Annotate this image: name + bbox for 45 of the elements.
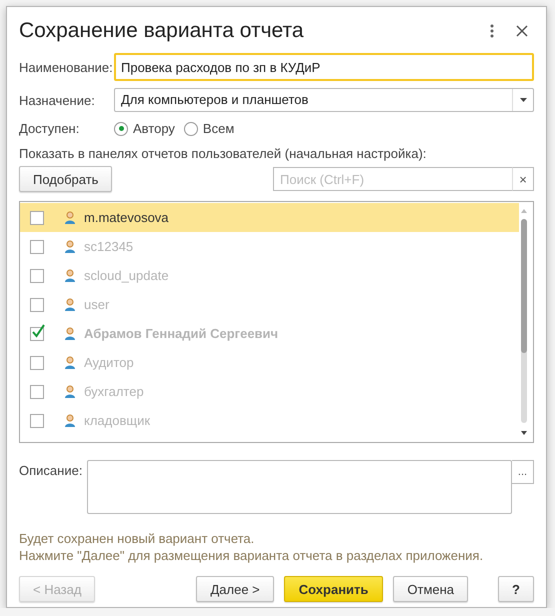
- section-label: Показать в панелях отчетов пользователей (начальная настройка):: [19, 146, 426, 161]
- user-name: user: [84, 297, 110, 312]
- radio-button[interactable]: [114, 122, 128, 136]
- user-name: кладовщик: [84, 413, 150, 428]
- field-label: Назначение:: [19, 92, 96, 108]
- info-text: Нажмите "Далее" для размещения варианта отчета в разделах приложения.: [19, 547, 484, 564]
- user-icon: [64, 327, 76, 340]
- field-label: Описание:: [19, 462, 84, 480]
- clear-button[interactable]: ×: [512, 167, 534, 191]
- checkbox[interactable]: [30, 210, 44, 224]
- user-icon: [64, 211, 76, 224]
- user-name: m.matevosova: [84, 210, 169, 225]
- check-icon: [31, 324, 45, 338]
- user-icon: [64, 356, 76, 369]
- pick-button[interactable]: Подобрать: [19, 166, 112, 192]
- user-name: Абрамов Геннадий Сергеевич: [84, 326, 278, 341]
- close-icon[interactable]: [516, 25, 528, 37]
- user-icon: [64, 240, 76, 253]
- description-field[interactable]: [87, 460, 512, 514]
- more-icon[interactable]: [490, 24, 494, 38]
- user-name: Аудитор: [84, 355, 134, 370]
- radio-option[interactable]: Всем: [184, 121, 234, 136]
- user-icon: [64, 269, 76, 282]
- dialog-button[interactable]: Отмена: [393, 576, 468, 602]
- name-field[interactable]: Провека расходов по зп в КУДиР: [114, 53, 534, 81]
- help-button[interactable]: ?: [498, 576, 534, 602]
- dialog-button[interactable]: Далее >: [196, 576, 274, 602]
- field-label: Доступен:: [19, 121, 80, 136]
- user-icon: [64, 414, 76, 427]
- user-name: sc12345: [84, 239, 134, 254]
- purpose-dropdown[interactable]: Для компьютеров и планшетов: [114, 88, 534, 112]
- dialog-button[interactable]: Сохранить: [284, 576, 384, 602]
- caret-icon: [520, 98, 526, 102]
- user-name: scloud_update: [84, 268, 169, 283]
- user-row[interactable]: m.matevosova: [20, 203, 519, 232]
- radio-option[interactable]: Автору: [114, 121, 175, 136]
- user-icon: [64, 298, 76, 311]
- more-button[interactable]: ...: [512, 460, 534, 484]
- user-icon: [64, 385, 76, 398]
- search-field[interactable]: Поиск (Ctrl+F): [273, 167, 512, 191]
- field-label: Наименование:: [19, 60, 114, 74]
- radio-button[interactable]: [184, 122, 198, 136]
- window-title: Сохранение варианта отчета: [19, 19, 305, 43]
- user-name: бухгалтер: [84, 384, 144, 399]
- info-text: Будет сохранен новый вариант отчета.: [19, 530, 256, 547]
